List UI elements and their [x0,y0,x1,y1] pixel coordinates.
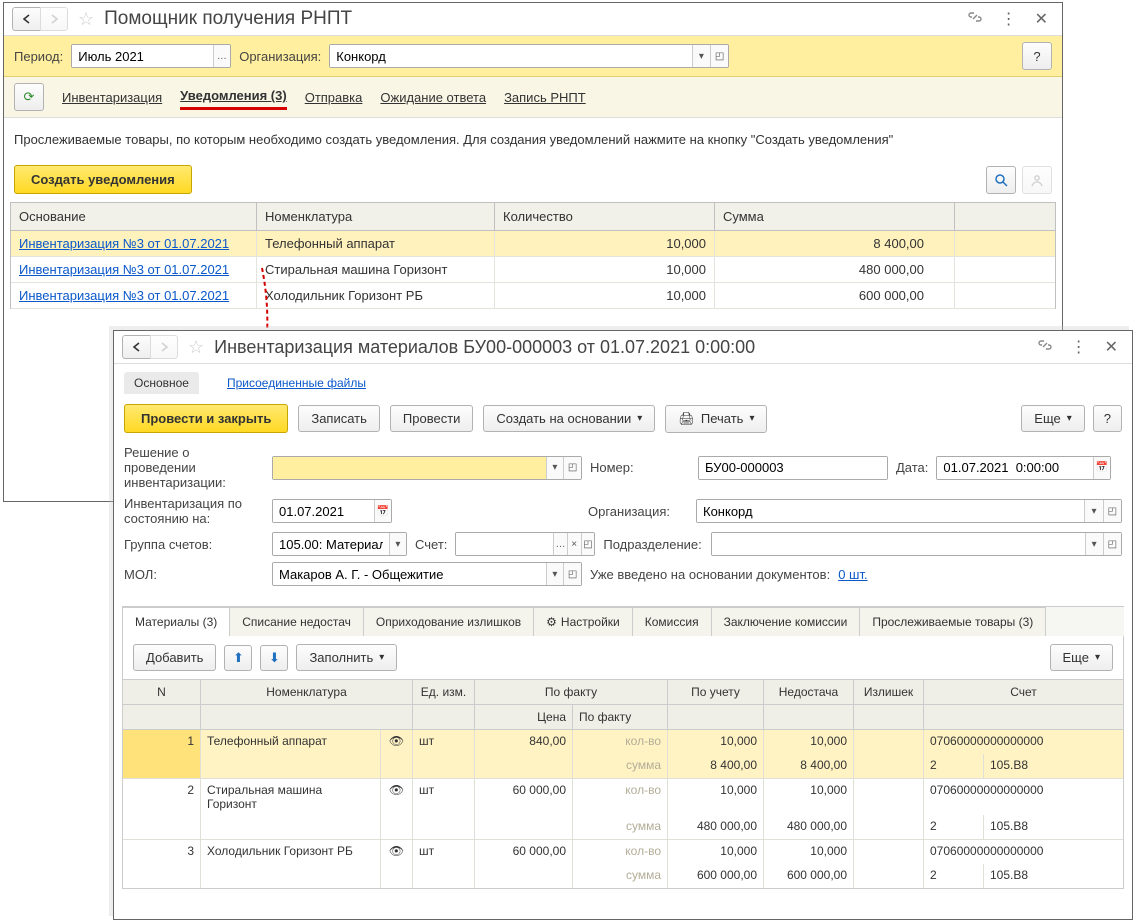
post-and-close-button[interactable]: Провести и закрыть [124,404,288,433]
org-open-button[interactable]: ◰ [710,45,728,67]
date-input[interactable]: 📅 [936,456,1111,480]
link-icon[interactable] [961,9,989,30]
table-row[interactable]: 1 Телефонный аппарат 👁 шт 840,00 кол-во … [123,730,1123,754]
org-dropdown-button[interactable]: ▾ [692,45,710,67]
table-row[interactable]: Инвентаризация №3 от 01.07.2021 Телефонн… [11,231,1055,257]
account-label: Счет: [415,537,447,552]
print-button[interactable]: 🖨Печать▾ [665,405,767,433]
period-input[interactable]: … [71,44,231,68]
kebab-icon[interactable]: ⋮ [1065,337,1093,357]
help-button[interactable]: ? [1093,405,1122,432]
description-text: Прослеживаемые товары, по которым необхо… [4,118,1062,161]
kebab-icon[interactable]: ⋮ [995,9,1023,29]
nav-forward-button[interactable] [150,335,178,359]
already-count-link[interactable]: 0 шт. [838,567,867,582]
org-label: Организация: [239,49,321,64]
group-label: Группа счетов: [124,537,264,552]
org-input[interactable]: ▾ ◰ [329,44,729,68]
record-button[interactable]: Записать [298,405,380,432]
page-title: Инвентаризация материалов БУ00-000003 от… [214,337,1024,358]
table-row[interactable]: Инвентаризация №3 от 01.07.2021 Стиральн… [11,257,1055,283]
calendar-icon[interactable]: 📅 [374,500,391,522]
org-label: Организация: [588,504,688,519]
post-button[interactable]: Провести [390,405,474,432]
decision-dropdown-button[interactable]: ▾ [546,457,564,479]
mol-input[interactable]: ▾◰ [272,562,582,586]
number-label: Номер: [590,460,690,475]
table-row[interactable]: Инвентаризация №3 от 01.07.2021 Холодиль… [11,283,1055,309]
tab-commission[interactable]: Комиссия [632,607,712,636]
subtab-main[interactable]: Основное [124,372,199,394]
dept-input[interactable]: ▾◰ [711,532,1122,556]
tab-inventory[interactable]: Инвентаризация [62,86,162,109]
more-button-inner[interactable]: Еще▾ [1050,644,1113,671]
table-row[interactable]: 2 Стиральная машина Горизонт 👁 шт 60 000… [123,779,1123,815]
col-quantity[interactable]: Количество [495,203,715,230]
basis-link[interactable]: Инвентаризация №3 от 01.07.2021 [19,288,229,303]
user-button[interactable] [1022,166,1052,194]
favorite-star-icon[interactable]: ☆ [184,337,208,358]
tab-settings[interactable]: ⚙Настройки [533,607,633,636]
period-ellipsis-button[interactable]: … [213,45,231,67]
tab-traced[interactable]: Прослеживаемые товары (3) [859,607,1046,636]
decision-open-button[interactable]: ◰ [563,457,581,479]
fill-button[interactable]: Заполнить▾ [296,644,397,671]
page-title: Помощник получения РНПТ [104,8,954,30]
group-input[interactable]: ▾ [272,532,407,556]
materials-table: N Номенклатура Ед. изм. По факту По учет… [122,680,1124,889]
link-icon[interactable] [1031,337,1059,358]
eye-icon[interactable]: 👁 [381,730,413,754]
close-icon[interactable]: ✕ [1099,337,1124,357]
already-label: Уже введено на основании документов: [590,567,830,582]
decision-input[interactable]: ▾ ◰ [272,456,582,480]
tab-writeoff[interactable]: Списание недостач [229,607,364,636]
move-down-button[interactable]: ⬇ [260,645,288,671]
period-label: Период: [14,49,63,64]
org-input[interactable]: ▾◰ [696,499,1122,523]
add-button[interactable]: Добавить [133,644,216,671]
dept-label: Подразделение: [603,537,703,552]
search-button[interactable] [986,166,1016,194]
tab-notifications[interactable]: Уведомления (3) [180,84,287,110]
move-up-button[interactable]: ⬆ [224,645,252,671]
more-button[interactable]: Еще▾ [1021,405,1084,432]
printer-icon: 🖨 [678,411,695,427]
tab-conclusion[interactable]: Заключение комиссии [711,607,861,636]
date-label: Дата: [896,460,928,475]
asof-input[interactable]: 📅 [272,499,392,523]
tab-posting[interactable]: Оприходование излишков [363,607,534,636]
asof-label: Инвентаризация по состоянию на: [124,496,264,526]
basis-link[interactable]: Инвентаризация №3 от 01.07.2021 [19,236,229,251]
account-input[interactable]: …×◰ [455,532,595,556]
table-row[interactable]: 3 Холодильник Горизонт РБ 👁 шт 60 000,00… [123,840,1123,864]
tab-record[interactable]: Запись РНПТ [504,86,586,109]
tab-waiting[interactable]: Ожидание ответа [380,86,486,109]
favorite-star-icon[interactable]: ☆ [74,9,98,30]
col-basis[interactable]: Основание [11,203,257,230]
eye-icon[interactable]: 👁 [381,840,413,864]
number-input[interactable] [698,456,888,480]
tab-materials[interactable]: Материалы (3) [122,607,230,636]
create-notifications-button[interactable]: Создать уведомления [14,165,192,194]
nav-back-button[interactable] [122,335,150,359]
nav-forward-button[interactable] [40,7,68,31]
tab-sending[interactable]: Отправка [305,86,363,109]
gear-icon: ⚙ [546,615,557,629]
calendar-icon[interactable]: 📅 [1093,457,1111,479]
subtab-files[interactable]: Присоединенные файлы [217,372,376,394]
decision-label: Решение о проведении инвентаризации: [124,445,264,490]
create-on-basis-button[interactable]: Создать на основании▾ [483,405,655,432]
close-icon[interactable]: ✕ [1029,9,1054,29]
col-nomenclature[interactable]: Номенклатура [257,203,495,230]
notifications-table: Основание Номенклатура Количество Сумма … [10,202,1056,309]
help-button[interactable]: ? [1022,42,1052,70]
eye-icon[interactable]: 👁 [381,779,413,815]
mol-label: МОЛ: [124,567,264,582]
nav-back-button[interactable] [12,7,40,31]
basis-link[interactable]: Инвентаризация №3 от 01.07.2021 [19,262,229,277]
col-sum[interactable]: Сумма [715,203,955,230]
refresh-button[interactable]: ⟳ [14,83,44,111]
